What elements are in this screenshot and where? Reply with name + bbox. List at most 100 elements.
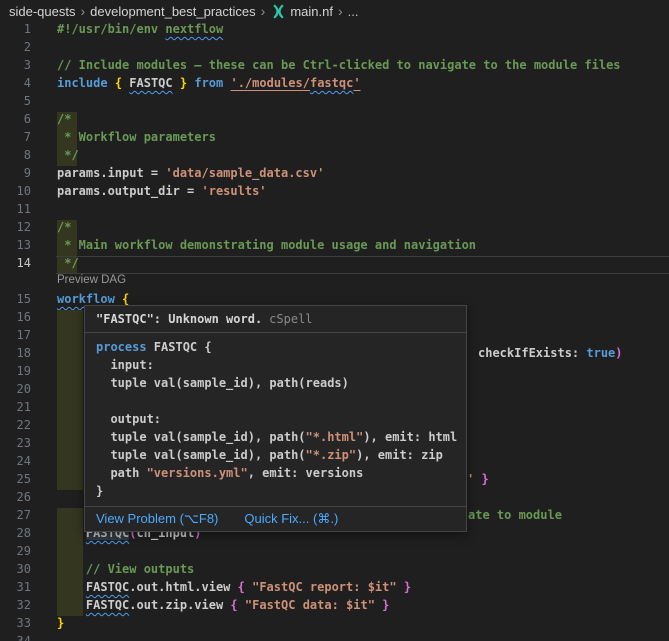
code-token: tuple val(sample_id), path( bbox=[96, 448, 306, 462]
code-line-content[interactable]: workflow { bbox=[57, 292, 129, 306]
codelens-row: Preview DAG bbox=[0, 274, 669, 292]
code-token: .out.html.view bbox=[129, 580, 237, 594]
code-token: ate to module bbox=[468, 508, 562, 522]
code-token: process bbox=[96, 340, 147, 354]
code-token: "versions.yml" bbox=[147, 466, 248, 480]
code-token: } bbox=[96, 484, 103, 498]
hover-code-line: tuple val(sample_id), path("*.html"), em… bbox=[96, 428, 455, 446]
code-line-content[interactable]: include { FASTQC } from './modules/fastq… bbox=[57, 76, 361, 90]
code-line: 13 * Main workflow demonstrating module … bbox=[0, 238, 669, 256]
breadcrumb-item-symbol[interactable]: ... bbox=[348, 4, 359, 19]
code-line: 11 bbox=[0, 202, 669, 220]
code-line: 1#!/usr/bin/env nextflow bbox=[0, 22, 669, 40]
code-line-content[interactable]: #!/usr/bin/env nextflow bbox=[57, 22, 223, 36]
code-fragment[interactable]: ate to module bbox=[468, 508, 562, 522]
indent-highlight-bar bbox=[57, 544, 83, 562]
line-number: 13 bbox=[0, 238, 31, 252]
code-line: 7 * Workflow parameters bbox=[0, 130, 669, 148]
line-number: 20 bbox=[0, 382, 31, 396]
line-number: 15 bbox=[0, 292, 31, 306]
code-line: 5 bbox=[0, 94, 669, 112]
line-number: 21 bbox=[0, 400, 31, 414]
code-token: "*.html" bbox=[306, 430, 364, 444]
code-token: "*.zip" bbox=[306, 448, 357, 462]
line-number: 16 bbox=[0, 310, 31, 324]
code-token bbox=[57, 580, 86, 594]
code-fragment[interactable]: ' } bbox=[467, 472, 489, 486]
code-fragment[interactable]: checkIfExists: true) bbox=[478, 346, 623, 360]
line-number: 23 bbox=[0, 436, 31, 450]
code-line: 9params.input = 'data/sample_data.csv' bbox=[0, 166, 669, 184]
code-line-content[interactable]: params.output_dir = 'results' bbox=[57, 184, 267, 198]
code-token: * Workflow parameters bbox=[57, 130, 216, 144]
line-number: 6 bbox=[0, 112, 31, 126]
code-line-content[interactable]: * Workflow parameters bbox=[57, 130, 216, 144]
view-problem-link[interactable]: View Problem (⌥F8) bbox=[96, 511, 218, 526]
code-line: 32 FASTQC.out.zip.view { "FastQC data: $… bbox=[0, 598, 669, 616]
line-number: 31 bbox=[0, 580, 31, 594]
code-token: #!/usr/bin/env bbox=[57, 22, 165, 36]
hover-code-line: input: bbox=[96, 356, 455, 374]
code-token bbox=[57, 562, 86, 576]
breadcrumb-item-main-nf[interactable]: main.nf bbox=[290, 4, 333, 19]
diagnostic-source: cSpell bbox=[269, 312, 312, 326]
code-token bbox=[57, 598, 86, 612]
diagnostic-text: "FASTQC": Unknown word. bbox=[96, 312, 262, 326]
code-token: input: bbox=[96, 358, 154, 372]
code-line: 3// Include modules — these can be Ctrl-… bbox=[0, 58, 669, 76]
line-number: 22 bbox=[0, 418, 31, 432]
indent-highlight-bar bbox=[57, 418, 83, 436]
line-number: 32 bbox=[0, 598, 31, 612]
code-token: FASTQC bbox=[86, 598, 129, 612]
code-line-content[interactable]: // View outputs bbox=[57, 562, 194, 576]
line-number: 14 bbox=[0, 256, 31, 270]
nextflow-icon bbox=[271, 4, 286, 19]
code-line: 2 bbox=[0, 40, 669, 58]
code-line-content[interactable]: } bbox=[57, 616, 64, 630]
code-token bbox=[57, 526, 86, 540]
line-number: 27 bbox=[0, 508, 31, 522]
code-token: output: bbox=[96, 412, 161, 426]
code-line-content[interactable]: /* bbox=[57, 220, 71, 234]
hover-actions: View Problem (⌥F8) Quick Fix... (⌘.) bbox=[85, 506, 466, 531]
code-token: nextflow bbox=[165, 22, 223, 36]
line-number: 2 bbox=[0, 40, 31, 54]
code-line-content[interactable]: params.input = 'data/sample_data.csv' bbox=[57, 166, 324, 180]
code-line-content[interactable]: // Include modules — these can be Ctrl-c… bbox=[57, 58, 621, 72]
code-line-content[interactable]: FASTQC.out.html.view { "FastQC report: $… bbox=[57, 580, 411, 594]
code-token: include bbox=[57, 76, 108, 90]
breadcrumb-item-development-best-practices[interactable]: development_best_practices bbox=[90, 4, 256, 19]
line-number: 30 bbox=[0, 562, 31, 576]
code-line-content[interactable]: /* bbox=[57, 112, 71, 126]
quick-fix-link[interactable]: Quick Fix... (⌘.) bbox=[244, 511, 338, 526]
line-number: 24 bbox=[0, 454, 31, 468]
code-token: ) bbox=[615, 346, 622, 360]
code-line-content[interactable]: * Main workflow demonstrating module usa… bbox=[57, 238, 476, 252]
code-token: ), emit: zip bbox=[356, 448, 443, 462]
line-number: 10 bbox=[0, 184, 31, 198]
indent-highlight-bar bbox=[57, 364, 83, 382]
line-number: 8 bbox=[0, 148, 31, 162]
code-line-content[interactable]: */ bbox=[57, 256, 79, 270]
code-token: params.output_dir = bbox=[57, 184, 202, 198]
line-number: 25 bbox=[0, 472, 31, 486]
chevron-right-icon bbox=[338, 3, 343, 19]
code-token: FASTQC { bbox=[147, 340, 212, 354]
code-token: { bbox=[115, 76, 122, 90]
line-number: 12 bbox=[0, 220, 31, 234]
code-token: } bbox=[57, 616, 64, 630]
code-token: FASTQC bbox=[129, 76, 172, 90]
code-line: 6 /* bbox=[0, 112, 669, 130]
code-token: tuple val(sample_id), path( bbox=[96, 430, 306, 444]
code-token: */ bbox=[57, 256, 79, 270]
code-token: ' bbox=[467, 472, 481, 486]
codelens-preview-dag[interactable]: Preview DAG bbox=[57, 274, 126, 286]
breadcrumb-item-side-quests[interactable]: side-quests bbox=[9, 4, 75, 19]
code-line: 14 */ bbox=[0, 256, 669, 274]
code-token: .out.zip.view bbox=[129, 598, 230, 612]
code-token: fastqc bbox=[310, 76, 353, 90]
code-line-content[interactable]: */ bbox=[57, 148, 79, 162]
code-line-content[interactable]: FASTQC.out.zip.view { "FastQC data: $it"… bbox=[57, 598, 389, 612]
hover-tooltip: "FASTQC": Unknown word. cSpell process FA… bbox=[84, 305, 467, 532]
code-line: 30 // View outputs bbox=[0, 562, 669, 580]
